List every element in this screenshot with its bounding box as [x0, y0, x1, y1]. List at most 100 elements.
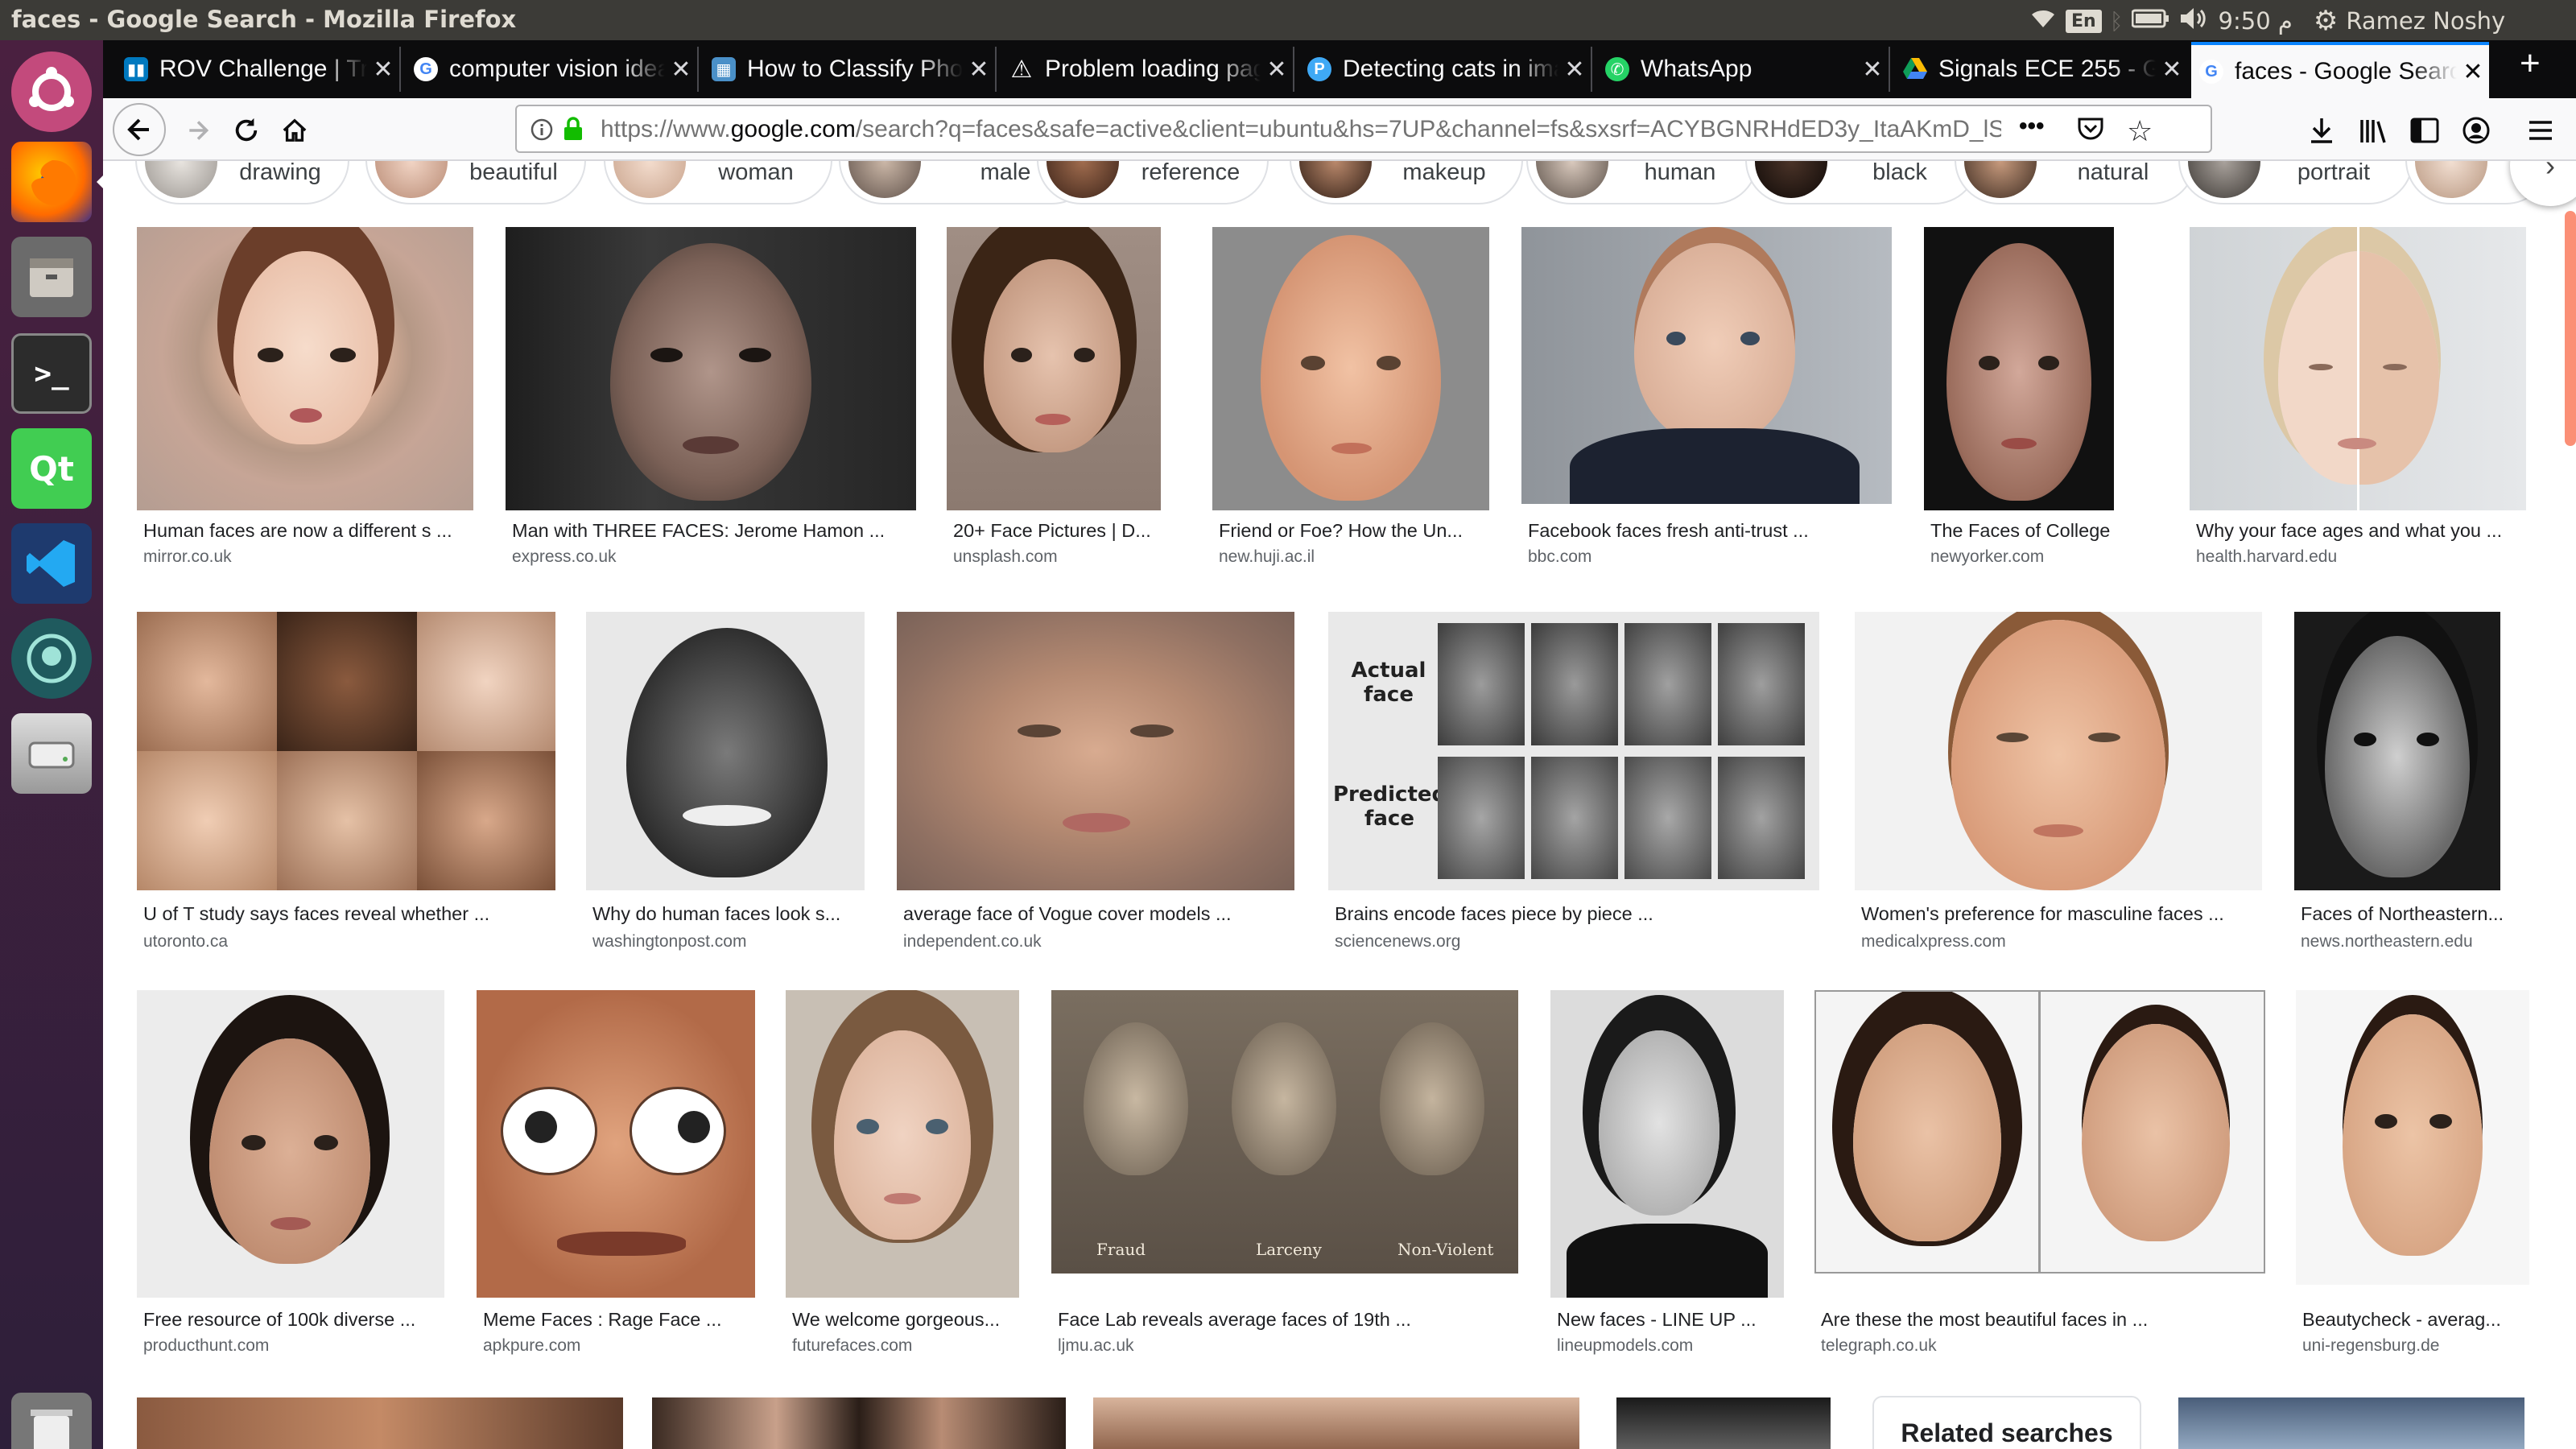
result-source[interactable]: news.northeastern.edu — [2301, 932, 2473, 952]
result-source[interactable]: futurefaces.com — [792, 1336, 912, 1356]
result-title[interactable]: average face of Vogue cover models ... — [903, 903, 1294, 925]
result-source[interactable]: newyorker.com — [1930, 547, 2044, 567]
result-image[interactable] — [2190, 227, 2526, 510]
result-title[interactable]: We welcome gorgeous... — [792, 1309, 1021, 1331]
close-icon[interactable]: ✕ — [963, 56, 995, 84]
result-source[interactable]: washingtonpost.com — [592, 932, 746, 952]
scrollbar-thumb[interactable] — [2565, 211, 2576, 446]
result-image[interactable]: Actual face Predicted face — [1328, 612, 1819, 890]
result-image[interactable] — [897, 612, 1294, 890]
tab-signals-drive[interactable]: Signals ECE 255 - Google Drive ✕ — [1895, 47, 2188, 92]
close-icon[interactable]: ✕ — [1856, 56, 1889, 84]
new-tab-button[interactable]: + — [2520, 43, 2541, 84]
chip-human[interactable]: human — [1526, 161, 1758, 204]
trash-icon[interactable] — [11, 1393, 92, 1449]
result-image[interactable] — [477, 990, 755, 1298]
gear-icon[interactable]: ⚙ — [2314, 5, 2338, 37]
result-image[interactable] — [137, 612, 555, 890]
close-icon[interactable]: ✕ — [1558, 56, 1591, 84]
bluetooth-icon[interactable]: ᛒ — [2110, 8, 2124, 35]
result-image[interactable] — [506, 227, 916, 510]
volume-icon[interactable] — [2178, 6, 2211, 36]
result-image[interactable] — [1814, 990, 2265, 1274]
result-source[interactable]: independent.co.uk — [903, 932, 1042, 952]
result-source[interactable]: new.huji.ac.il — [1219, 547, 1315, 567]
result-title[interactable]: The Faces of College ... — [1930, 520, 2116, 542]
result-source[interactable]: uni-regensburg.de — [2302, 1336, 2439, 1356]
result-image[interactable] — [586, 612, 865, 890]
result-image[interactable]: Fraud Larceny Non-Violent — [1051, 990, 1518, 1274]
chip-natural[interactable]: natural — [1955, 161, 2196, 204]
close-icon[interactable]: ✕ — [665, 56, 697, 84]
result-image[interactable] — [947, 227, 1161, 510]
result-source[interactable]: apkpure.com — [483, 1336, 580, 1356]
result-image[interactable] — [786, 990, 1019, 1298]
result-source[interactable]: ljmu.ac.uk — [1058, 1336, 1134, 1356]
menu-button[interactable] — [2515, 105, 2566, 156]
close-icon[interactable]: ✕ — [367, 56, 399, 84]
result-image[interactable] — [1924, 227, 2114, 510]
result-source[interactable]: producthunt.com — [143, 1336, 269, 1356]
result-title[interactable]: Human faces are now a different s ... — [143, 520, 475, 542]
result-image[interactable] — [1521, 227, 1892, 504]
gitkraken-icon[interactable] — [11, 618, 92, 699]
result-image[interactable] — [1093, 1397, 1579, 1449]
library-button[interactable] — [2347, 105, 2399, 156]
reload-button[interactable] — [221, 105, 272, 156]
firefox-icon[interactable] — [11, 142, 92, 222]
result-title[interactable]: Why do human faces look s... — [592, 903, 866, 925]
user-name[interactable]: Ramez Noshy — [2346, 7, 2505, 35]
battery-icon[interactable] — [2131, 7, 2170, 35]
sidebar-button[interactable] — [2399, 105, 2450, 156]
lock-icon[interactable] — [562, 116, 584, 146]
ubuntu-dash-icon[interactable] — [11, 52, 92, 132]
result-title[interactable]: Faces of Northeastern... — [2301, 903, 2502, 925]
result-image[interactable] — [652, 1397, 1066, 1449]
tab-rov-challenge[interactable]: ▮▮ ROV Challenge | Trello ✕ — [116, 47, 401, 92]
wifi-icon[interactable] — [2029, 6, 2058, 36]
indicators[interactable]: En ᛒ 9:50 م ⚙ Ramez Noshy — [2029, 5, 2505, 37]
tab-problem-loading[interactable]: ⚠ Problem loading page ✕ — [1001, 47, 1294, 92]
result-image[interactable] — [2294, 612, 2500, 890]
close-icon[interactable]: ✕ — [2457, 58, 2489, 86]
result-title[interactable]: 20+ Face Pictures | D... — [953, 520, 1162, 542]
tab-whatsapp[interactable]: ✆ WhatsApp ✕ — [1597, 47, 1890, 92]
result-title[interactable]: Man with THREE FACES: Jerome Hamon ... — [512, 520, 914, 542]
result-title[interactable]: New faces - LINE UP ... — [1557, 1309, 1785, 1331]
result-title[interactable]: Women's preference for masculine faces .… — [1861, 903, 2264, 925]
bookmark-star-icon[interactable]: ☆ — [2127, 114, 2153, 148]
tab-computer-vision[interactable]: G computer vision ideas ✕ — [406, 47, 699, 92]
vscode-icon[interactable] — [11, 523, 92, 604]
result-image[interactable] — [1855, 612, 2262, 890]
tab-detecting-cats[interactable]: P Detecting cats in images ✕ — [1299, 47, 1592, 92]
downloads-button[interactable] — [2296, 105, 2347, 156]
chip-beautiful[interactable]: beautiful — [365, 161, 586, 204]
clock[interactable]: 9:50 م — [2219, 7, 2293, 35]
page-actions-button[interactable]: ••• — [2019, 113, 2045, 140]
address-bar[interactable]: https://www.google.com/search?q=faces&sa… — [515, 105, 2212, 153]
result-image[interactable] — [137, 1397, 623, 1449]
result-title[interactable]: Meme Faces : Rage Face ... — [483, 1309, 757, 1331]
result-title[interactable]: Why your face ages and what you ... — [2196, 520, 2526, 542]
result-image[interactable] — [137, 990, 444, 1298]
chip-reference[interactable]: reference — [1037, 161, 1269, 204]
chip-portrait[interactable]: portrait — [2178, 161, 2413, 204]
close-icon[interactable]: ✕ — [2156, 56, 2188, 84]
result-source[interactable]: unsplash.com — [953, 547, 1058, 567]
url-text[interactable]: https://www.google.com/search?q=faces&sa… — [601, 116, 2001, 143]
result-image[interactable] — [1550, 990, 1784, 1298]
chip-woman[interactable]: woman — [604, 161, 832, 204]
close-icon[interactable]: ✕ — [1261, 56, 1293, 84]
result-source[interactable]: sciencenews.org — [1335, 932, 1460, 952]
result-source[interactable]: medicalxpress.com — [1861, 932, 2006, 952]
result-source[interactable]: bbc.com — [1528, 547, 1591, 567]
qt-creator-icon[interactable]: Qt — [11, 428, 92, 509]
result-source[interactable]: mirror.co.uk — [143, 547, 232, 567]
result-image[interactable] — [137, 227, 473, 510]
chip-drawing[interactable]: drawing — [135, 161, 349, 204]
result-source[interactable]: health.harvard.edu — [2196, 547, 2337, 567]
result-title[interactable]: Face Lab reveals average faces of 19th .… — [1058, 1309, 1520, 1331]
result-title[interactable]: Free resource of 100k diverse ... — [143, 1309, 446, 1331]
tab-faces-google-search[interactable]: G faces - Google Search ✕ — [2191, 42, 2489, 98]
pocket-icon[interactable] — [2077, 116, 2104, 146]
